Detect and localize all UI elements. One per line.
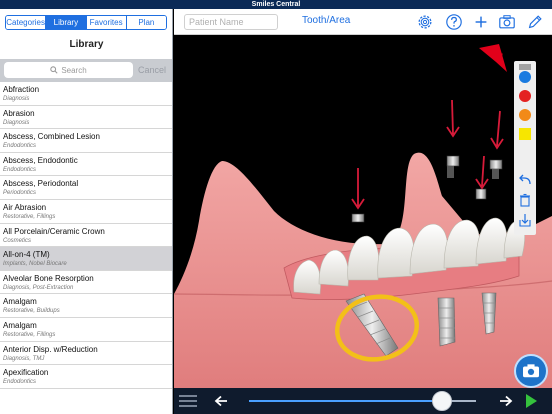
list-item-name: Abfraction <box>3 85 40 94</box>
list-item[interactable]: Abscess, Endodontic Endodontics <box>0 153 172 177</box>
capture-button[interactable] <box>514 354 548 388</box>
list-item-name: Abscess, Combined Lesion <box>3 132 100 142</box>
search-placeholder: Search <box>61 65 87 75</box>
color-swatch-orange[interactable] <box>519 109 531 121</box>
list-item[interactable]: Apexification Endodontics <box>0 365 172 389</box>
camera-icon[interactable] <box>498 13 516 31</box>
sidebar: Categories Library Favorites Plan Librar… <box>0 9 173 414</box>
search-input[interactable]: Search <box>4 62 133 78</box>
status-bar-title: Smiles Central <box>251 1 301 8</box>
list-item-category: Restorative, Buildups <box>3 308 60 315</box>
list-item-name: Air Abrasion <box>3 202 47 212</box>
dental-model-illustration: N <box>174 44 552 388</box>
scrubber-progress <box>249 400 442 402</box>
list-item[interactable]: Air Abrasion Restorative, Fillings <box>0 200 172 224</box>
status-bar: Smiles Central <box>0 0 552 9</box>
list-item-name: Apexification <box>3 368 49 378</box>
list-item-category: Cosmetics <box>3 237 32 244</box>
scrubber-track[interactable] <box>249 391 476 411</box>
list-item[interactable]: Abfraction Diagnosis <box>0 82 172 106</box>
list-item-name: Amalgam <box>3 320 37 330</box>
list-item[interactable]: Abscess, Combined Lesion Endodontics <box>0 129 172 153</box>
help-icon[interactable] <box>445 13 463 31</box>
list-item-category: Endodontics <box>3 143 37 150</box>
list-item-category: Implants, Nobel Biocare <box>3 261 67 268</box>
tab-categories[interactable]: Categories <box>6 16 47 29</box>
list-item-category: Diagnosis, Post-Extraction <box>3 284 74 291</box>
list-item[interactable]: All Porcelain/Ceramic Crown Cosmetics <box>0 224 172 248</box>
app-window: Smiles Central Categories Library Favori… <box>0 0 552 414</box>
list-item[interactable]: Abscess, Periodontal Periodontics <box>0 176 172 200</box>
playback-bar <box>174 388 552 414</box>
sidebar-title: Library <box>69 39 104 50</box>
tab-library[interactable]: Library <box>46 16 87 29</box>
search-bar: Search Cancel <box>0 59 172 82</box>
list-item-name: Abscess, Endodontic <box>3 155 78 165</box>
list-item-category: Restorative, Fillings <box>3 213 56 220</box>
list-item-category: Periodontics <box>3 190 37 197</box>
svg-text:N: N <box>496 52 503 62</box>
list-item-name: Abrasion <box>3 108 35 118</box>
top-toolbar: Patient Name Tooth/Area <box>174 9 552 35</box>
color-swatch-red[interactable] <box>519 90 531 102</box>
list-item-name: All-on-4 (TM) <box>3 250 50 260</box>
gear-icon[interactable] <box>416 13 434 31</box>
list-item[interactable]: Anterior Disp. w/Reduction Diagnosis, TMJ <box>0 342 172 366</box>
list-item[interactable]: Abrasion Diagnosis <box>0 106 172 130</box>
library-list: Abfraction Diagnosis Abrasion Diagnosis Absc… <box>0 82 172 389</box>
tooth-area-button[interactable]: Tooth/Area <box>302 15 350 26</box>
tab-plan[interactable]: Plan <box>126 16 166 29</box>
step-back-icon[interactable] <box>214 395 228 407</box>
list-item-category: Endodontics <box>3 166 37 173</box>
step-forward-icon[interactable] <box>499 395 513 407</box>
grip-icon[interactable] <box>518 64 532 70</box>
list-item-name: All Porcelain/Ceramic Crown <box>3 226 105 236</box>
list-item-name: Alveolar Bone Resorption <box>3 273 94 283</box>
list-item[interactable]: All-on-4 (TM) Implants, Nobel Biocare <box>0 247 172 271</box>
pencil-icon[interactable] <box>526 13 544 31</box>
color-swatch-yellow[interactable] <box>519 128 531 140</box>
list-item-name: Abscess, Periodontal <box>3 179 79 189</box>
list-item-category: Diagnosis <box>3 119 30 126</box>
color-palette <box>514 61 536 235</box>
list-item[interactable]: Alveolar Bone Resorption Diagnosis, Post-… <box>0 271 172 295</box>
list-item-name: Amalgam <box>3 297 37 307</box>
list-item-category: Restorative, Fillings <box>3 331 56 338</box>
camera-icon <box>523 364 539 378</box>
scrubber-handle[interactable] <box>431 391 452 411</box>
list-item-category: Endodontics <box>3 379 37 386</box>
download-icon[interactable] <box>518 213 532 227</box>
list-item-name: Anterior Disp. w/Reduction <box>3 344 98 354</box>
color-swatch-blue[interactable] <box>519 71 531 83</box>
search-icon <box>50 66 58 74</box>
trash-icon[interactable] <box>518 193 532 207</box>
tab-favorites[interactable]: Favorites <box>86 16 127 29</box>
list-item[interactable]: Amalgam Restorative, Buildups <box>0 294 172 318</box>
segmented-control: Categories Library Favorites Plan <box>5 15 167 30</box>
list-item[interactable]: Amalgam Restorative, Fillings <box>0 318 172 342</box>
play-icon[interactable] <box>524 393 538 409</box>
undo-icon[interactable] <box>518 173 532 187</box>
cancel-button[interactable]: Cancel <box>138 65 166 75</box>
list-item-category: Diagnosis <box>3 96 30 102</box>
list-item-category: Diagnosis, TMJ <box>3 355 45 362</box>
patient-name-field[interactable]: Patient Name <box>184 14 278 30</box>
menu-icon[interactable] <box>178 394 198 408</box>
3d-viewer[interactable]: N <box>174 36 552 388</box>
brand-logo: N <box>479 44 507 72</box>
add-icon[interactable] <box>472 13 490 31</box>
